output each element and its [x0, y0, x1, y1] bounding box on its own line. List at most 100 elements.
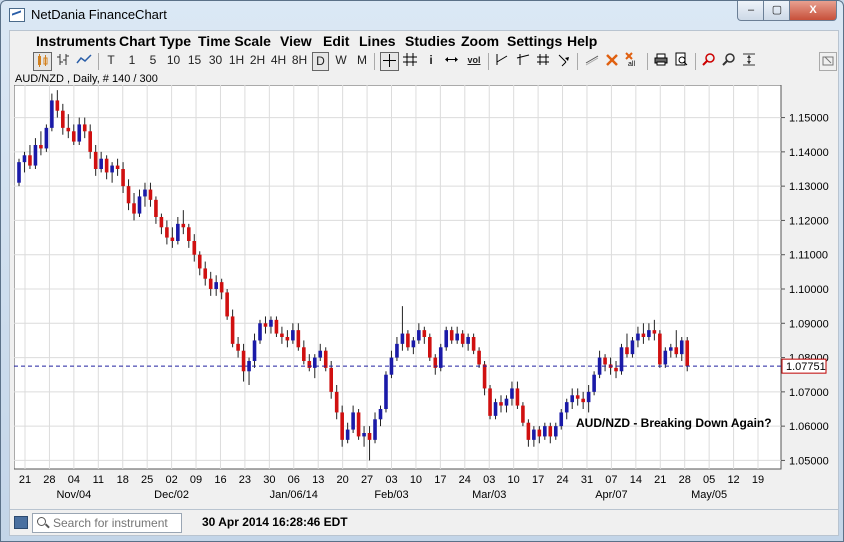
candle-body	[208, 278, 213, 289]
title-bar[interactable]: NetDania FinanceChart – ▢ X	[1, 1, 843, 27]
zoom-in-icon[interactable]	[701, 52, 717, 69]
candle-body	[291, 330, 295, 341]
candle-body	[285, 337, 290, 341]
fibonacci-icon[interactable]	[535, 52, 551, 69]
candle-body	[121, 169, 125, 187]
candle-body	[307, 361, 312, 368]
candle-body	[482, 364, 487, 389]
candle-body	[515, 388, 520, 406]
detach-panel-icon[interactable]	[819, 52, 837, 71]
delete-all-icon[interactable]: all	[624, 52, 640, 69]
menu-time-scale[interactable]: Time Scale	[198, 33, 271, 49]
candle-body	[241, 350, 246, 372]
candle-body	[575, 395, 580, 399]
menu-studies[interactable]: Studies	[405, 33, 456, 49]
candle-body	[564, 402, 569, 413]
timescale-15min[interactable]: 15	[186, 52, 203, 69]
search-input[interactable]	[53, 516, 178, 529]
timescale-tick[interactable]: T	[105, 52, 117, 69]
volume-icon[interactable]: vol	[465, 52, 483, 69]
candle-body	[471, 337, 476, 351]
candle-body	[323, 350, 328, 368]
timescale-1h[interactable]: 1H	[228, 52, 245, 69]
candle-body	[652, 330, 657, 334]
chart-panel: AUD/NZD , Daily, # 140 / 300 1.05000 1.06…	[9, 71, 839, 509]
candle-body	[553, 426, 558, 437]
x-month-label: Feb/03	[374, 489, 408, 501]
x-tick-label: 21	[654, 474, 666, 486]
candle-body	[685, 340, 690, 367]
x-tick-label: 28	[679, 474, 691, 486]
x-month-label: Nov/04	[56, 489, 91, 501]
pan-arrows-icon[interactable]	[443, 52, 460, 69]
timescale-8h[interactable]: 8H	[291, 52, 308, 69]
status-icon[interactable]	[14, 516, 28, 529]
crosshair-icon[interactable]	[380, 52, 399, 71]
candle-body	[477, 350, 481, 365]
menu-view[interactable]: View	[280, 33, 312, 49]
candle-body	[340, 412, 344, 440]
x-tick-label: 16	[214, 474, 226, 486]
candle-body	[82, 124, 87, 132]
chart-app-icon	[9, 8, 25, 22]
menu-zoom[interactable]: Zoom	[461, 33, 499, 49]
timescale-weekly[interactable]: W	[334, 52, 348, 69]
menu-lines[interactable]: Lines	[359, 33, 396, 49]
candle-body	[663, 350, 668, 365]
info-icon[interactable]: i	[426, 52, 436, 69]
print-icon[interactable]	[653, 52, 669, 69]
delete-drawings-icon[interactable]	[604, 52, 620, 69]
timescale-5min[interactable]: 5	[147, 52, 159, 69]
pointer-line-icon[interactable]	[556, 52, 572, 69]
candle-body	[33, 145, 38, 166]
x-tick-label: 17	[532, 474, 544, 486]
candle-body	[329, 367, 334, 392]
x-tick-label: 04	[68, 474, 80, 486]
timescale-30min[interactable]: 30	[207, 52, 224, 69]
candle-body	[460, 333, 465, 344]
candle-body	[411, 340, 416, 348]
timescale-1min[interactable]: 1	[126, 52, 138, 69]
candle-body	[269, 319, 273, 327]
x-tick-label: 28	[43, 474, 55, 486]
maximize-button[interactable]: ▢	[763, 1, 791, 21]
close-button[interactable]: X	[789, 1, 837, 21]
menu-chart-type[interactable]: Chart Type	[119, 33, 191, 49]
print-preview-icon[interactable]	[673, 52, 689, 69]
minimize-button[interactable]: –	[737, 1, 765, 21]
toolbar: T 1 5 10 15 30 1H 2H 4H 8H D W M i vol a…	[9, 50, 839, 71]
timescale-monthly[interactable]: M	[355, 52, 369, 69]
fit-vertical-icon[interactable]	[741, 52, 757, 69]
timescale-daily[interactable]: D	[312, 52, 329, 71]
menu-help[interactable]: Help	[567, 33, 597, 49]
y-tick-label: 1.11000	[789, 250, 828, 262]
x-tick-label: 31	[581, 474, 593, 486]
status-bar: 30 Apr 2014 16:28:46 EDT	[9, 509, 839, 536]
candle-body	[537, 429, 542, 437]
candle-body	[110, 165, 114, 173]
trendline-icon[interactable]	[494, 52, 510, 69]
menu-instruments[interactable]: Instruments	[36, 33, 116, 49]
bar-type-icon[interactable]	[55, 52, 71, 69]
price-chart[interactable]: 1.050001.060001.070001.080001.090001.100…	[14, 85, 834, 505]
timescale-4h[interactable]: 4H	[270, 52, 287, 69]
timescale-10min[interactable]: 10	[165, 52, 182, 69]
candlestick-type-icon[interactable]	[33, 52, 52, 71]
timescale-2h[interactable]: 2H	[249, 52, 266, 69]
x-tick-label: 11	[93, 474, 104, 486]
x-tick-label: 10	[508, 474, 520, 486]
status-datetime: 30 Apr 2014 16:28:46 EDT	[202, 515, 348, 529]
candle-body	[499, 402, 503, 406]
candle-body	[356, 412, 361, 437]
draw-line-icon[interactable]	[584, 52, 600, 69]
search-box[interactable]	[32, 513, 182, 533]
candle-body	[170, 237, 175, 241]
zoom-out-icon[interactable]	[721, 52, 737, 69]
menu-settings[interactable]: Settings	[507, 33, 562, 49]
line-type-icon[interactable]	[75, 52, 93, 69]
channel-line-icon[interactable]	[515, 52, 531, 69]
candle-body	[378, 409, 383, 420]
candle-body	[93, 151, 98, 169]
menu-edit[interactable]: Edit	[323, 33, 349, 49]
grid-icon[interactable]	[402, 52, 418, 69]
